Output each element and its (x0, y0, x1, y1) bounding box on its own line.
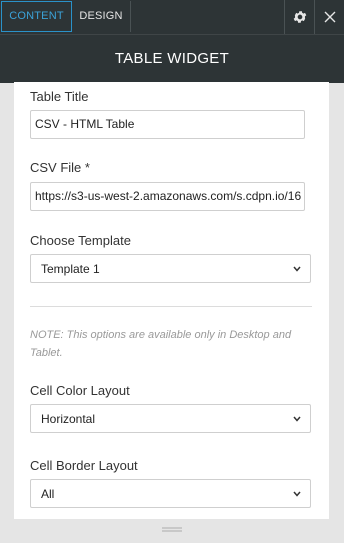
note-text: NOTE: This options are available only in… (30, 329, 292, 359)
table-title-input[interactable]: CSV - HTML Table (30, 110, 305, 139)
template-select-value: Template 1 (41, 262, 100, 276)
panel-title: TABLE WIDGET (0, 34, 344, 83)
panel-footer (0, 519, 344, 543)
tab-design[interactable]: DESIGN (72, 1, 131, 32)
csv-file-label: CSV File * (30, 160, 90, 175)
csv-file-input[interactable]: https://s3-us-west-2.amazonaws.com/s.cdp… (30, 182, 305, 211)
cell-color-select-value: Horizontal (41, 412, 96, 426)
resize-handle-icon[interactable] (162, 527, 182, 533)
template-select[interactable]: Template 1 (30, 254, 311, 283)
cell-border-select-value: All (41, 487, 55, 501)
choose-template-label: Choose Template (30, 233, 131, 248)
gear-icon (293, 11, 307, 23)
chevron-down-icon (293, 266, 301, 272)
cell-color-label: Cell Color Layout (30, 383, 130, 398)
tab-content[interactable]: CONTENT (1, 1, 72, 32)
cell-border-select[interactable]: All (30, 479, 311, 508)
chevron-down-icon (293, 416, 301, 422)
content-panel: Table Title CSV - HTML Table CSV File * … (14, 82, 329, 519)
cell-color-select[interactable]: Horizontal (30, 404, 311, 433)
top-toolbar: CONTENT DESIGN (0, 0, 344, 34)
settings-button[interactable] (284, 0, 315, 34)
close-icon (324, 11, 336, 23)
cell-border-label: Cell Border Layout (30, 458, 138, 473)
divider (30, 306, 312, 307)
chevron-down-icon (293, 491, 301, 497)
table-title-label: Table Title (30, 89, 89, 104)
close-button[interactable] (314, 0, 344, 34)
